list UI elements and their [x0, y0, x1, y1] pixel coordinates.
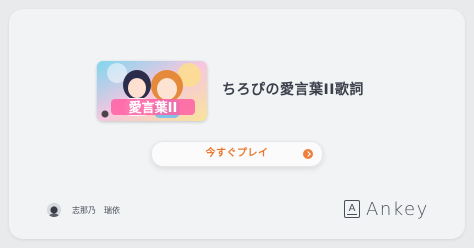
song-title: ちろぴの愛言葉II歌詞	[222, 82, 364, 98]
avatar[interactable]	[47, 203, 61, 217]
song-thumbnail[interactable]: 愛言葉II	[97, 61, 207, 121]
logo-text: Ankey	[366, 198, 429, 220]
author-name[interactable]: 志那乃 瑞依	[72, 203, 120, 218]
thumbnail-text: 愛言葉II	[129, 100, 178, 116]
thumbnail-art: 愛言葉II	[97, 61, 207, 121]
play-now-label: 今すぐプレイ	[205, 148, 269, 159]
play-now-button[interactable]: 今すぐプレイ	[151, 141, 323, 167]
logo-mark-letter: A	[348, 203, 356, 214]
ankey-logo[interactable]: A Ankey	[344, 197, 429, 221]
logo-mark-icon: A	[344, 200, 360, 218]
chevron-right-icon	[303, 149, 313, 159]
